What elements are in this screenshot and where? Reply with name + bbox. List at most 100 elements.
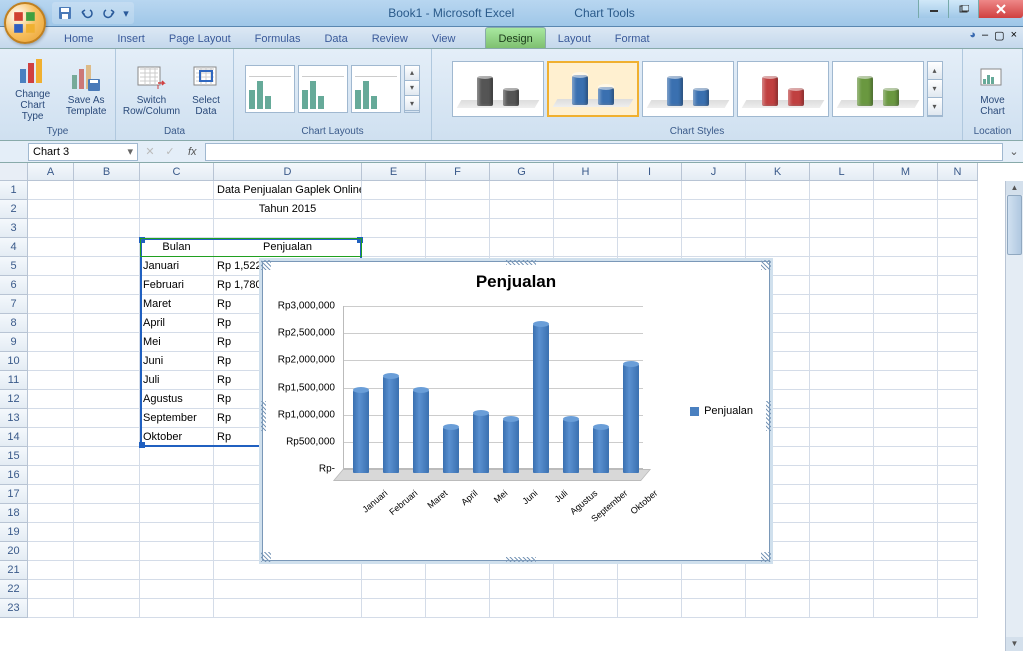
cell-B15[interactable] xyxy=(74,447,140,466)
cell-M18[interactable] xyxy=(874,504,938,523)
col-header-L[interactable]: L xyxy=(810,163,874,181)
cell-K4[interactable] xyxy=(746,238,810,257)
cell-L5[interactable] xyxy=(810,257,874,276)
tab-home[interactable]: Home xyxy=(52,30,105,48)
cell-D3[interactable] xyxy=(214,219,362,238)
cell-B3[interactable] xyxy=(74,219,140,238)
cell-C6[interactable]: Februari xyxy=(140,276,214,295)
tab-layout[interactable]: Layout xyxy=(546,30,603,48)
cell-G4[interactable] xyxy=(490,238,554,257)
resize-handle[interactable] xyxy=(761,552,771,562)
chart-bar[interactable] xyxy=(503,419,519,473)
cell-B22[interactable] xyxy=(74,580,140,599)
cell-A8[interactable] xyxy=(28,314,74,333)
cell-M1[interactable] xyxy=(874,181,938,200)
cell-C12[interactable]: Agustus xyxy=(140,390,214,409)
cell-C15[interactable] xyxy=(140,447,214,466)
cell-N18[interactable] xyxy=(938,504,978,523)
cell-L17[interactable] xyxy=(810,485,874,504)
cell-A6[interactable] xyxy=(28,276,74,295)
qat-undo[interactable] xyxy=(77,3,97,23)
col-header-D[interactable]: D xyxy=(214,163,362,181)
cell-L18[interactable] xyxy=(810,504,874,523)
cell-D22[interactable] xyxy=(214,580,362,599)
cell-M21[interactable] xyxy=(874,561,938,580)
cell-N4[interactable] xyxy=(938,238,978,257)
col-header-F[interactable]: F xyxy=(426,163,490,181)
row-header-14[interactable]: 14 xyxy=(0,428,28,447)
embedded-chart[interactable]: Penjualan Rp-Rp500,000Rp1,000,000Rp1,500… xyxy=(262,261,770,561)
cell-J1[interactable] xyxy=(682,181,746,200)
cell-C5[interactable]: Januari xyxy=(140,257,214,276)
cell-H21[interactable] xyxy=(554,561,618,580)
cell-A18[interactable] xyxy=(28,504,74,523)
row-header-11[interactable]: 11 xyxy=(0,371,28,390)
cell-B13[interactable] xyxy=(74,409,140,428)
cell-M14[interactable] xyxy=(874,428,938,447)
move-chart-button[interactable]: Move Chart xyxy=(972,59,1014,119)
cell-L21[interactable] xyxy=(810,561,874,580)
col-header-G[interactable]: G xyxy=(490,163,554,181)
cell-C16[interactable] xyxy=(140,466,214,485)
chart-bar[interactable] xyxy=(383,376,399,473)
row-header-12[interactable]: 12 xyxy=(0,390,28,409)
tab-formulas[interactable]: Formulas xyxy=(243,30,313,48)
cell-B5[interactable] xyxy=(74,257,140,276)
resize-handle[interactable] xyxy=(261,260,271,270)
cell-N5[interactable] xyxy=(938,257,978,276)
col-header-K[interactable]: K xyxy=(746,163,810,181)
cell-E23[interactable] xyxy=(362,599,426,618)
cell-G22[interactable] xyxy=(490,580,554,599)
row-header-9[interactable]: 9 xyxy=(0,333,28,352)
cell-A4[interactable] xyxy=(28,238,74,257)
cell-I3[interactable] xyxy=(618,219,682,238)
row-header-18[interactable]: 18 xyxy=(0,504,28,523)
name-box[interactable]: Chart 3▾ xyxy=(28,143,138,161)
cell-M2[interactable] xyxy=(874,200,938,219)
cell-M19[interactable] xyxy=(874,523,938,542)
cell-N10[interactable] xyxy=(938,352,978,371)
row-header-23[interactable]: 23 xyxy=(0,599,28,618)
col-header-B[interactable]: B xyxy=(74,163,140,181)
cell-A22[interactable] xyxy=(28,580,74,599)
cell-B8[interactable] xyxy=(74,314,140,333)
vertical-scrollbar[interactable]: ▲ ▼ xyxy=(1005,181,1023,651)
cell-F1[interactable] xyxy=(426,181,490,200)
cell-M6[interactable] xyxy=(874,276,938,295)
cell-F23[interactable] xyxy=(426,599,490,618)
cell-D21[interactable] xyxy=(214,561,362,580)
cell-A11[interactable] xyxy=(28,371,74,390)
cell-M4[interactable] xyxy=(874,238,938,257)
cell-G23[interactable] xyxy=(490,599,554,618)
mdi-minimize[interactable]: – xyxy=(982,29,988,42)
formula-expand[interactable]: ⌄ xyxy=(1005,145,1023,158)
cell-E4[interactable] xyxy=(362,238,426,257)
cell-K21[interactable] xyxy=(746,561,810,580)
cell-G2[interactable] xyxy=(490,200,554,219)
cell-C17[interactable] xyxy=(140,485,214,504)
chart-style-4[interactable] xyxy=(737,61,829,117)
cell-D4[interactable]: Penjualan xyxy=(214,238,362,257)
cell-A7[interactable] xyxy=(28,295,74,314)
cell-G3[interactable] xyxy=(490,219,554,238)
cell-M13[interactable] xyxy=(874,409,938,428)
cell-B14[interactable] xyxy=(74,428,140,447)
select-all-corner[interactable] xyxy=(0,163,28,181)
cell-I23[interactable] xyxy=(618,599,682,618)
cell-E1[interactable] xyxy=(362,181,426,200)
cell-C1[interactable] xyxy=(140,181,214,200)
chart-bar[interactable] xyxy=(443,427,459,473)
chart-bar[interactable] xyxy=(623,364,639,473)
tab-review[interactable]: Review xyxy=(360,30,420,48)
cell-N22[interactable] xyxy=(938,580,978,599)
cell-M20[interactable] xyxy=(874,542,938,561)
chart-bar[interactable] xyxy=(563,419,579,473)
col-header-M[interactable]: M xyxy=(874,163,938,181)
chart-bar[interactable] xyxy=(593,427,609,473)
row-header-21[interactable]: 21 xyxy=(0,561,28,580)
cell-A21[interactable] xyxy=(28,561,74,580)
row-header-2[interactable]: 2 xyxy=(0,200,28,219)
chart-bar[interactable] xyxy=(473,413,489,473)
tab-format[interactable]: Format xyxy=(603,30,662,48)
cell-B4[interactable] xyxy=(74,238,140,257)
